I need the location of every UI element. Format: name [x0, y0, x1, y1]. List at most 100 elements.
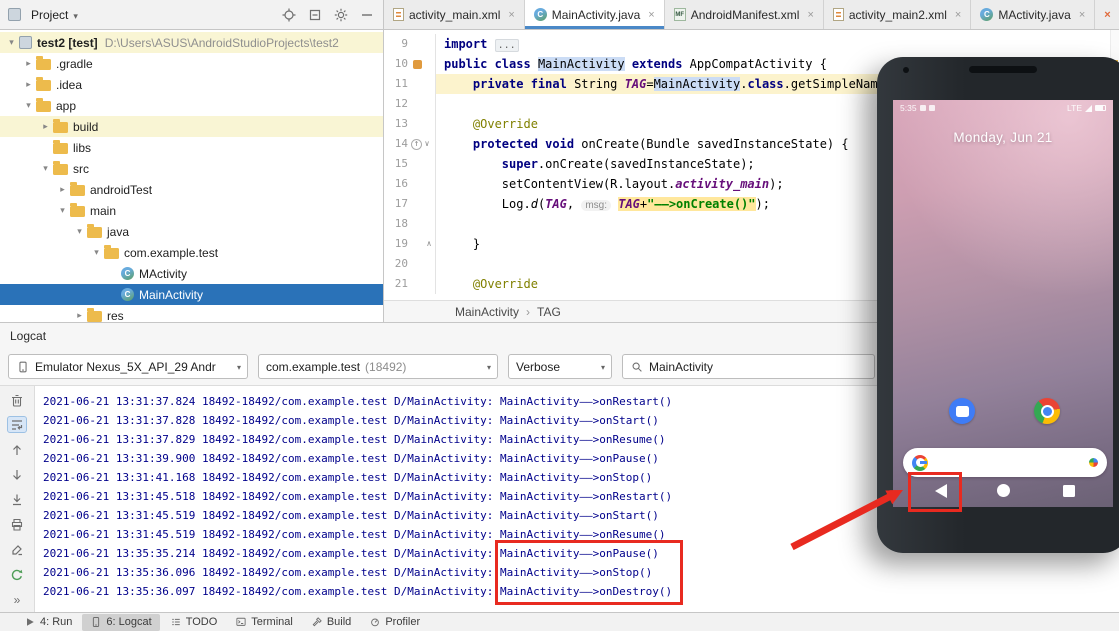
tree-closed-arrow-icon[interactable]: [55, 184, 70, 195]
fold-icon[interactable]: ∨: [422, 134, 432, 154]
scroll-to-end-icon[interactable]: [7, 491, 27, 508]
tree-item-res[interactable]: res: [0, 305, 383, 322]
breadcrumb-class[interactable]: MainActivity: [455, 305, 519, 319]
tree-open-arrow-icon[interactable]: [72, 226, 87, 237]
mic-icon[interactable]: [1089, 458, 1098, 467]
tree-item-build[interactable]: build: [0, 116, 383, 137]
code-text: Log.d(TAG, msg: TAG+"——>onCreate()");: [501, 197, 770, 211]
emulator-screen[interactable]: 5:35 LTE Monday, Jun 21: [893, 100, 1113, 507]
statusbar-profiler[interactable]: Profiler: [361, 614, 428, 631]
tree-item-libs[interactable]: libs: [0, 137, 383, 158]
close-icon[interactable]: [508, 9, 514, 21]
tree-item-test2 [test][interactable]: test2 [test] D:\Users\ASUS\AndroidStudioP…: [0, 32, 383, 53]
close-icon[interactable]: [648, 9, 654, 21]
line-number: 21: [394, 277, 408, 290]
home-button[interactable]: [997, 484, 1010, 497]
tree-open-arrow-icon[interactable]: [4, 37, 19, 48]
soft-wrap-icon[interactable]: [7, 416, 27, 433]
gutter: 18: [384, 214, 436, 234]
log-level-selector[interactable]: Verbose: [508, 354, 612, 379]
restart-icon[interactable]: [7, 566, 27, 583]
tree-item-.idea[interactable]: .idea: [0, 74, 383, 95]
statusbar-label: 6: Logcat: [106, 616, 152, 628]
clear-logcat-icon[interactable]: [7, 391, 27, 408]
tree-closed-arrow-icon[interactable]: [38, 121, 53, 132]
tree-closed-arrow-icon[interactable]: [21, 58, 36, 69]
back-button[interactable]: [935, 484, 947, 498]
tree-open-arrow-icon[interactable]: [89, 247, 104, 258]
log-line[interactable]: 2021-06-21 13:35:36.097 18492-18492/com.…: [43, 582, 1119, 601]
tree-item-.gradle[interactable]: .gradle: [0, 53, 383, 74]
log-prefix: 2021-06-21 13:31:37.829 18492-18492/com.…: [43, 433, 500, 446]
statusbar-6-logcat[interactable]: 6: Logcat: [82, 613, 160, 631]
tree-item-androidTest[interactable]: androidTest: [0, 179, 383, 200]
close-icon[interactable]: [807, 9, 813, 21]
editor-tab-AndroidManifest.xml[interactable]: AndroidManifest.xml: [664, 0, 824, 29]
gutter-spacer: [410, 277, 424, 291]
chevron-down-icon[interactable]: [73, 8, 78, 22]
locate-file-icon[interactable]: [281, 7, 297, 23]
gutter-spacer: [410, 97, 424, 111]
app-icon-row: [893, 396, 1113, 426]
close-icon[interactable]: [1079, 9, 1085, 21]
tree-closed-arrow-icon[interactable]: [21, 79, 36, 90]
code-line-9[interactable]: 9 import ...: [384, 34, 1119, 54]
log-line[interactable]: 2021-06-21 13:35:36.096 18492-18492/com.…: [43, 563, 1119, 582]
tree-item-java[interactable]: java: [0, 221, 383, 242]
log-prefix: 2021-06-21 13:31:37.828 18492-18492/com.…: [43, 414, 500, 427]
tree-item-MainActivity[interactable]: MainActivity: [0, 284, 383, 305]
tree-closed-arrow-icon[interactable]: [72, 310, 87, 321]
gutter: 10: [384, 54, 436, 74]
clear-view-icon[interactable]: [7, 541, 27, 558]
statusbar-terminal[interactable]: Terminal: [227, 614, 301, 631]
logcat-panel-title[interactable]: Logcat: [10, 329, 46, 343]
recents-button[interactable]: [1063, 485, 1075, 497]
collapse-all-icon[interactable]: [307, 7, 323, 23]
fold-icon[interactable]: ∧: [424, 234, 434, 254]
logcat-search-input[interactable]: MainActivity: [622, 354, 875, 379]
editor-tab-activity_main2.xml[interactable]: activity_main2.xml: [823, 0, 972, 29]
statusbar-todo[interactable]: TODO: [162, 614, 226, 631]
breadcrumb-member[interactable]: TAG: [537, 305, 561, 319]
device-selector[interactable]: Emulator Nexus_5X_API_29 Andr: [8, 354, 248, 379]
tree-item-main[interactable]: main: [0, 200, 383, 221]
editor-tab-MActivity.java[interactable]: MActivity.java: [971, 0, 1096, 29]
close-icon[interactable]: [1104, 9, 1110, 21]
chrome-app-icon[interactable]: [1034, 398, 1060, 424]
app-process-selector[interactable]: com.example.test (18492): [258, 354, 498, 379]
down-stack-trace-icon[interactable]: [7, 466, 27, 483]
class-icon: [121, 288, 134, 301]
folder-icon: [87, 308, 102, 322]
tree-open-arrow-icon[interactable]: [21, 100, 36, 111]
logcat-search-value: MainActivity: [649, 359, 714, 374]
gear-icon[interactable]: [333, 7, 349, 23]
messages-app-icon[interactable]: [949, 398, 975, 424]
tree-open-arrow-icon[interactable]: [38, 163, 53, 174]
editor-tab-activity_main.xml[interactable]: activity_main.xml: [384, 0, 525, 29]
tree-item-label: libs: [73, 140, 92, 155]
statusbar-build[interactable]: Build: [303, 614, 359, 631]
google-search-bar[interactable]: [903, 448, 1107, 477]
run-icon: [24, 616, 36, 628]
tree-item-MActivity[interactable]: MActivity: [0, 263, 383, 284]
print-icon[interactable]: [7, 516, 27, 533]
more-options-icon[interactable]: [7, 591, 27, 608]
tree-item-src[interactable]: src: [0, 158, 383, 179]
folder-icon: [53, 161, 68, 175]
log-prefix: 2021-06-21 13:31:45.519 18492-18492/com.…: [43, 528, 500, 541]
tree-item-label: androidTest: [90, 182, 153, 197]
class-file-icon: [980, 8, 994, 21]
project-tree: test2 [test] D:\Users\ASUS\AndroidStudioP…: [0, 30, 384, 322]
project-tool-title[interactable]: Project: [31, 8, 68, 22]
close-icon[interactable]: [955, 9, 961, 21]
editor-tab-MainActivity.java[interactable]: MainActivity.java: [524, 0, 665, 29]
tree-item-app[interactable]: app: [0, 95, 383, 116]
folder-icon: [70, 182, 85, 196]
tree-item-com.example.test[interactable]: com.example.test: [0, 242, 383, 263]
profiler-icon: [369, 616, 381, 628]
statusbar-4-run[interactable]: 4: Run: [16, 614, 80, 631]
hide-panel-icon[interactable]: [359, 7, 375, 23]
up-stack-trace-icon[interactable]: [7, 441, 27, 458]
tree-open-arrow-icon[interactable]: [55, 205, 70, 216]
